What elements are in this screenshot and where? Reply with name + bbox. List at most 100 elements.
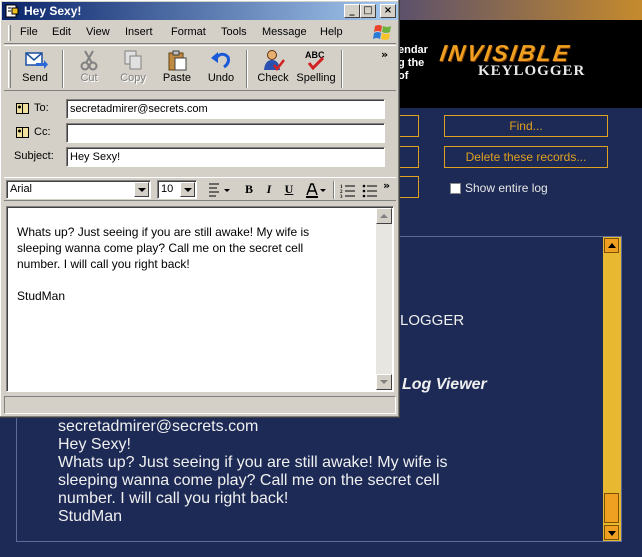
menu-format[interactable]: Format <box>171 26 206 38</box>
menu-message[interactable]: Message <box>262 26 307 38</box>
scroll-down-icon[interactable] <box>376 374 392 390</box>
message-body-editor[interactable]: Whats up? Just seeing if you are still a… <box>6 206 394 392</box>
log-scroll-thumb[interactable] <box>604 493 619 523</box>
paste-icon <box>168 50 187 71</box>
to-field[interactable]: secretadmirer@secrets.com <box>66 99 385 119</box>
scroll-up-arrow-icon[interactable] <box>604 238 619 253</box>
check-names-button[interactable]: Check <box>250 49 296 89</box>
numbered-list-icon[interactable]: 1 2 3 <box>340 182 356 198</box>
menu-view[interactable]: View <box>86 26 110 38</box>
minimize-button[interactable]: _ <box>344 4 360 18</box>
menu-bar: File Edit View Insert Format Tools Messa… <box>4 22 396 44</box>
underline-icon[interactable]: U <box>280 182 298 198</box>
toolbar-separator <box>341 50 343 88</box>
spelling-button[interactable]: ABC Spelling <box>294 49 338 89</box>
cut-button[interactable]: Cut <box>66 49 112 89</box>
formatbar-chevron-icon[interactable]: » <box>383 179 390 192</box>
desktop: endar g the of INVISIBLE KEYLOGGER Find.… <box>0 0 642 557</box>
keylogger-button[interactable] <box>399 115 419 137</box>
show-entire-log-label: Show entire log <box>465 181 548 195</box>
scroll-down-arrow-icon[interactable] <box>604 525 619 540</box>
maximize-button[interactable]: □ <box>360 4 376 18</box>
font-size-value: 10 <box>161 183 174 195</box>
windows-logo-icon <box>373 25 391 40</box>
subject-label: Subject: <box>14 150 54 162</box>
subject-row: Subject: Hey Sexy! <box>4 146 396 168</box>
copy-label: Copy <box>120 72 146 84</box>
menubar-grip[interactable] <box>8 25 11 41</box>
chevron-down-icon[interactable] <box>180 182 195 197</box>
scroll-up-icon[interactable] <box>376 208 392 224</box>
svg-text:3: 3 <box>340 195 343 198</box>
body-line: Whats up? Just seeing if you are still a… <box>17 225 310 239</box>
font-size-select[interactable]: 10 <box>157 180 197 199</box>
log-line: Whats up? Just seeing if you are still a… <box>58 454 448 471</box>
close-button[interactable]: × <box>380 4 396 18</box>
checkbox-box[interactable] <box>450 183 461 194</box>
log-line: sleeping wanna come play? Call me on the… <box>58 472 440 489</box>
paste-label: Paste <box>162 72 192 84</box>
menu-file[interactable]: File <box>20 26 38 38</box>
italic-icon[interactable]: I <box>260 182 278 198</box>
menu-edit[interactable]: Edit <box>52 26 71 38</box>
send-button[interactable]: Send <box>12 49 58 89</box>
compose-message-window: Hey Sexy! _ □ × File Edit View Insert Fo… <box>0 0 400 418</box>
toolbar-separator <box>333 181 335 199</box>
to-label: To: <box>34 102 49 114</box>
header-text-line: endar <box>398 44 428 56</box>
chevron-down-icon[interactable] <box>134 182 149 197</box>
logger-text-fragment: LOGGER <box>400 312 465 329</box>
delete-records-button[interactable]: Delete these records... <box>444 146 608 168</box>
spelling-label: Spelling <box>296 72 336 84</box>
bold-icon[interactable]: B <box>240 182 258 198</box>
status-bar <box>4 396 396 414</box>
body-line: number. I will call you right back! <box>17 257 190 271</box>
cut-label: Cut <box>80 72 98 84</box>
keylogger-header-text: endar g the of <box>398 44 428 83</box>
paste-button[interactable]: Paste <box>154 49 200 89</box>
undo-button[interactable]: Undo <box>198 49 244 89</box>
spelling-icon: ABC <box>305 50 325 71</box>
window-title: Hey Sexy! <box>24 4 82 18</box>
toolbar-separator <box>246 50 248 88</box>
undo-icon <box>211 52 230 69</box>
find-button[interactable]: Find... <box>444 115 608 137</box>
keylogger-button[interactable] <box>399 146 419 168</box>
header-text-line: of <box>398 70 409 82</box>
menu-tools[interactable]: Tools <box>221 26 247 38</box>
bullet-list-icon[interactable] <box>362 182 378 198</box>
body-line: StudMan <box>17 289 66 303</box>
menu-insert[interactable]: Insert <box>125 26 153 38</box>
log-viewer-title: Log Viewer <box>402 376 487 393</box>
message-icon <box>5 4 19 18</box>
log-line: Hey Sexy! <box>58 436 131 453</box>
message-body-text[interactable]: Whats up? Just seeing if you are still a… <box>17 224 367 304</box>
formatting-toolbar: Arial 10 B I U 1 2 3 » <box>4 177 396 201</box>
cc-field[interactable] <box>66 123 385 143</box>
subject-field[interactable]: Hey Sexy! <box>66 147 385 167</box>
send-icon <box>25 52 48 69</box>
toolbar-chevron-icon[interactable]: » <box>381 48 388 61</box>
font-value: Arial <box>10 183 33 195</box>
header-text-line: g the <box>398 57 425 69</box>
body-scrollbar[interactable] <box>376 208 392 390</box>
captured-log-text: secretadmirer@secrets.com Hey Sexy! What… <box>58 418 598 526</box>
address-book-icon[interactable] <box>16 127 29 138</box>
toolbar-grip[interactable] <box>8 50 11 88</box>
body-line: sleeping wanna come play? Call me on the… <box>17 241 304 255</box>
log-scrollbar[interactable] <box>603 237 621 541</box>
menu-help[interactable]: Help <box>320 26 343 38</box>
address-book-icon[interactable] <box>16 103 29 114</box>
log-line: number. I will call you right back! <box>58 490 289 507</box>
cc-label: Cc: <box>34 126 51 138</box>
show-entire-log-checkbox[interactable]: Show entire log <box>450 181 590 195</box>
font-color-icon[interactable] <box>304 182 328 198</box>
window-titlebar[interactable]: Hey Sexy! _ □ × <box>2 2 398 20</box>
cc-row: Cc: <box>4 122 396 144</box>
undo-label: Undo <box>207 72 235 84</box>
paragraph-style-icon[interactable] <box>207 182 231 198</box>
keylogger-button[interactable] <box>399 176 419 198</box>
to-row: To: secretadmirer@secrets.com <box>4 98 396 120</box>
font-select[interactable]: Arial <box>6 180 151 199</box>
copy-button[interactable]: Copy <box>110 49 156 89</box>
